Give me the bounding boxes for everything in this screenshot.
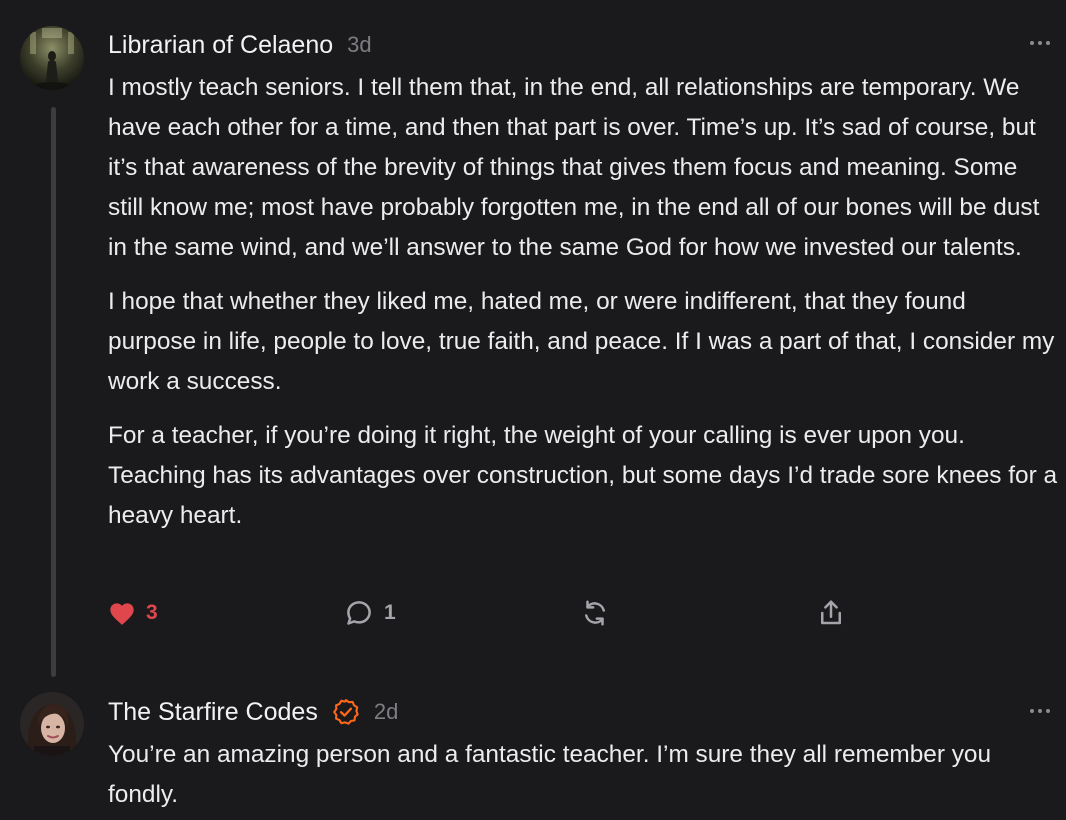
- more-options-button[interactable]: [1030, 709, 1050, 713]
- author-name[interactable]: The Starfire Codes: [108, 698, 318, 727]
- avatar[interactable]: [20, 26, 84, 90]
- thread-line[interactable]: [51, 107, 56, 677]
- comment-paragraph: I mostly teach seniors. I tell them that…: [108, 74, 1040, 261]
- comment-thread: Librarian of Celaeno 3d I mostly teach s…: [0, 0, 1066, 820]
- comment-paragraph: You’re an amazing person and a fantastic…: [108, 741, 992, 808]
- more-options-button[interactable]: [1030, 41, 1050, 45]
- heart-icon: [110, 603, 134, 625]
- more-icon: [1030, 709, 1034, 713]
- comment-paragraph: I hope that whether they liked me, hated…: [108, 288, 1055, 395]
- share-button[interactable]: [816, 593, 846, 633]
- timestamp[interactable]: 3d: [347, 32, 371, 58]
- comment-header: The Starfire Codes 2d: [108, 697, 398, 727]
- share-icon: [821, 600, 841, 625]
- verified-check-icon: [332, 699, 359, 725]
- avatar-image: [20, 692, 84, 756]
- verified-badge: [332, 698, 360, 726]
- comment-body: I mostly teach seniors. I tell them that…: [108, 68, 1058, 550]
- restack-icon: [585, 600, 605, 626]
- timestamp[interactable]: 2d: [374, 699, 398, 725]
- comment-icon: [347, 601, 371, 625]
- more-icon: [1030, 41, 1034, 45]
- comment-body: You’re an amazing person and a fantastic…: [108, 735, 1058, 820]
- comment-header: Librarian of Celaeno 3d: [108, 30, 372, 60]
- comment-paragraph: For a teacher, if you’re doing it right,…: [108, 422, 1058, 529]
- avatar-image: [20, 26, 84, 90]
- reply-count: 1: [384, 601, 396, 624]
- author-name[interactable]: Librarian of Celaeno: [108, 31, 333, 60]
- like-button[interactable]: 3: [108, 593, 158, 633]
- avatar[interactable]: [20, 692, 84, 756]
- reply-button[interactable]: 1: [344, 593, 396, 633]
- restack-button[interactable]: [580, 593, 610, 633]
- like-count: 3: [146, 601, 158, 624]
- comment-actions: 3 1: [108, 593, 868, 633]
